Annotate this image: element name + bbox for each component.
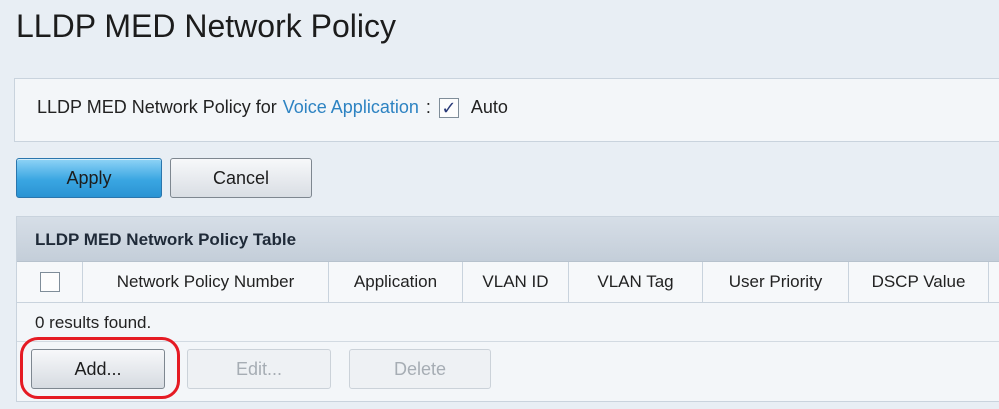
column-network-policy-number[interactable]: Network Policy Number	[83, 262, 329, 302]
policy-table-panel: LLDP MED Network Policy Table Network Po…	[16, 216, 999, 402]
auto-label: Auto	[470, 97, 508, 117]
voice-application-panel: LLDP MED Network Policy for Voice Applic…	[14, 78, 999, 142]
table-column-header-row: Network Policy Number Application VLAN I…	[17, 262, 999, 303]
page-title: LLDP MED Network Policy	[16, 8, 396, 44]
voice-policy-label: LLDP MED Network Policy for	[37, 97, 277, 117]
column-vlan-id[interactable]: VLAN ID	[463, 262, 569, 302]
results-count: 0 results found.	[35, 313, 152, 332]
select-all-checkbox[interactable]	[39, 272, 60, 292]
edit-button[interactable]: Edit...	[187, 349, 331, 389]
column-dscp-value[interactable]: DSCP Value	[849, 262, 989, 302]
colon-separator: :	[425, 97, 431, 117]
voice-application-link[interactable]: Voice Application	[283, 97, 419, 118]
voice-application-line: LLDP MED Network Policy for Voice Applic…	[37, 97, 508, 118]
column-application[interactable]: Application	[329, 262, 463, 302]
add-button[interactable]: Add...	[31, 349, 165, 389]
column-user-priority[interactable]: User Priority	[703, 262, 849, 302]
table-header-bar: LLDP MED Network Policy Table	[17, 217, 999, 262]
delete-button[interactable]: Delete	[349, 349, 491, 389]
table-caption: LLDP MED Network Policy Table	[35, 230, 297, 249]
cancel-button[interactable]: Cancel	[170, 158, 312, 198]
table-divider	[17, 341, 999, 342]
auto-checkbox[interactable]: ✓	[438, 97, 459, 118]
column-vlan-tag[interactable]: VLAN Tag	[569, 262, 703, 302]
checkmark-icon: ✓	[441, 97, 457, 118]
apply-button[interactable]: Apply	[16, 158, 162, 198]
select-all-column	[17, 262, 83, 302]
